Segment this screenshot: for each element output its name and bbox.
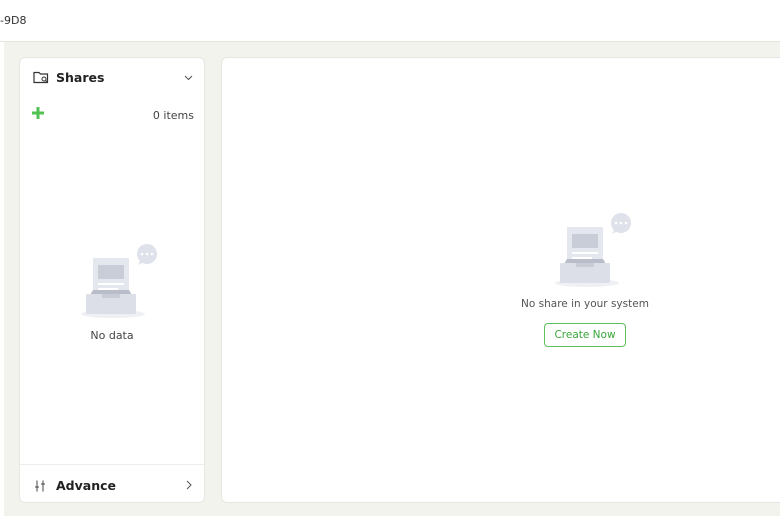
empty-inbox-icon [555, 213, 631, 287]
empty-message: No share in your system [521, 298, 649, 310]
advance-section[interactable]: Advance [20, 464, 204, 504]
create-now-button[interactable]: Create Now [544, 323, 626, 347]
advance-label: Advance [56, 478, 116, 493]
folder-search-icon [33, 71, 49, 84]
shares-title: Shares [56, 70, 105, 85]
device-title: -9D8 [0, 14, 27, 27]
sliders-icon [35, 480, 45, 492]
plus-icon[interactable] [31, 106, 45, 120]
shares-panel: Shares 0 items No data Advance [19, 57, 205, 503]
top-bar: -9D8 [0, 0, 780, 42]
chevron-down-icon[interactable] [184, 73, 193, 82]
no-data-text: No data [90, 329, 134, 342]
chevron-right-icon [186, 480, 192, 490]
empty-inbox-icon [81, 244, 157, 318]
main-content-panel: No share in your system Create Now [221, 57, 780, 503]
shares-panel-header[interactable]: Shares [20, 58, 204, 100]
items-count: 0 items [152, 109, 194, 122]
